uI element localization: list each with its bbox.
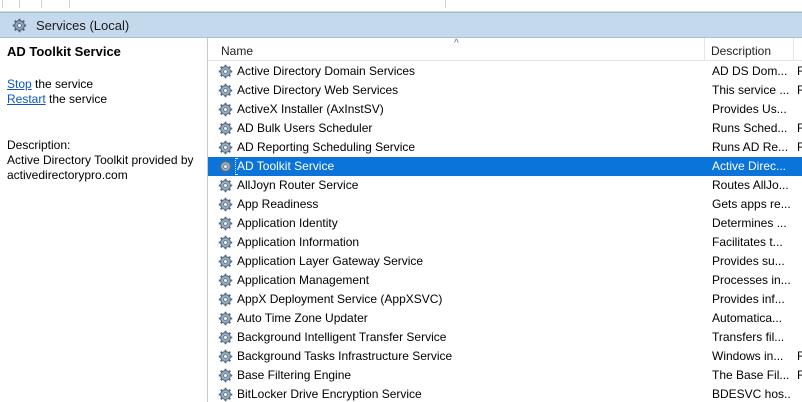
restart-suffix: the service — [45, 92, 108, 106]
service-row[interactable]: AD Bulk Users Scheduler Runs Sched... R — [208, 119, 802, 138]
window-title: Services (Local) — [36, 17, 130, 33]
stop-service-link[interactable]: Stop — [7, 77, 32, 91]
toolbar-divider — [0, 0, 446, 8]
service-name: AD Reporting Scheduling Service — [237, 140, 416, 154]
services-title-bar: Services (Local) — [0, 12, 802, 38]
service-name: AllJoyn Router Service — [237, 178, 359, 192]
service-row[interactable]: App Readiness Gets apps re... — [208, 195, 802, 214]
gear-icon — [218, 387, 233, 402]
description-label: Description: — [7, 138, 71, 152]
service-description: BDESVC hos... — [712, 387, 790, 401]
service-description: Determines ... — [712, 216, 787, 230]
gear-icon — [218, 235, 233, 250]
service-name: Background Tasks Infrastructure Service — [237, 349, 453, 363]
service-name: ActiveX Installer (AxInstSV) — [237, 102, 384, 116]
service-description: Runs AD Re... — [712, 140, 789, 154]
service-description: Runs Sched... — [712, 121, 788, 135]
restart-service-link[interactable]: Restart — [7, 92, 46, 106]
service-description: Routes AllJo... — [712, 178, 789, 192]
service-row[interactable]: AppX Deployment Service (AppXSVC) Provide… — [208, 290, 802, 309]
service-description: Windows in... — [712, 349, 784, 363]
gear-icon — [218, 311, 233, 326]
service-name: AD Toolkit Service — [237, 159, 335, 173]
service-status: R — [797, 83, 802, 97]
stop-action: Stop the service — [7, 77, 200, 92]
service-status: R — [797, 368, 802, 382]
service-row[interactable]: Application Information Facilitates t... — [208, 233, 802, 252]
service-name: BitLocker Drive Encryption Service — [237, 387, 422, 401]
service-row[interactable]: Application Management Processes in... — [208, 271, 802, 290]
service-row[interactable]: Auto Time Zone Updater Automatica... — [208, 309, 802, 328]
service-details-pane: AD Toolkit Service Stop the service Rest… — [0, 38, 207, 402]
service-status: R — [797, 140, 802, 154]
service-description: This service ... — [712, 83, 790, 97]
service-name: Active Directory Web Services — [237, 83, 399, 97]
service-row[interactable]: Base Filtering Engine The Base Fil... R — [208, 366, 802, 385]
service-row[interactable]: Background Intelligent Transfer Service T… — [208, 328, 802, 347]
column-header-name[interactable]: Name — [208, 38, 705, 61]
service-row[interactable]: AD Toolkit Service Active Direc... — [208, 157, 802, 176]
service-name: Background Intelligent Transfer Service — [237, 330, 447, 344]
gear-icon — [218, 349, 233, 364]
service-description: Transfers fil... — [712, 330, 785, 344]
gear-icon — [218, 273, 233, 288]
gear-icon — [218, 121, 233, 136]
gear-icon — [218, 292, 233, 307]
services-list: Active Directory Domain Services AD DS Do… — [208, 62, 802, 402]
service-status: R — [797, 121, 802, 135]
service-name: Application Identity — [237, 216, 338, 230]
gear-icon — [218, 254, 233, 269]
service-name: Application Information — [237, 235, 360, 249]
service-description: Processes in... — [712, 273, 790, 287]
service-row[interactable]: BitLocker Drive Encryption Service BDESVC… — [208, 385, 802, 402]
gear-icon — [218, 197, 233, 212]
service-description: Facilitates t... — [712, 235, 783, 249]
selected-service-name: AD Toolkit Service — [7, 44, 121, 59]
service-row[interactable]: Active Directory Domain Services AD DS Do… — [208, 62, 802, 81]
service-row[interactable]: ActiveX Installer (AxInstSV) Provides Us.… — [208, 100, 802, 119]
gear-icon — [218, 83, 233, 98]
service-description: The Base Fil... — [712, 368, 790, 382]
gear-icon — [218, 140, 233, 155]
column-header-description[interactable]: Description — [705, 38, 794, 61]
service-description: AD DS Dom... — [712, 64, 788, 78]
stop-suffix: the service — [31, 77, 94, 91]
service-row[interactable]: Active Directory Web Services This servic… — [208, 81, 802, 100]
service-row[interactable]: AllJoyn Router Service Routes AllJo... — [208, 176, 802, 195]
service-name: Active Directory Domain Services — [237, 64, 416, 78]
gear-icon — [218, 216, 233, 231]
gear-icon — [218, 159, 233, 174]
service-name: Base Filtering Engine — [237, 368, 352, 382]
service-status: R — [797, 64, 802, 78]
service-name: AppX Deployment Service (AppXSVC) — [237, 292, 443, 306]
service-row[interactable]: Background Tasks Infrastructure Service W… — [208, 347, 802, 366]
service-name: Auto Time Zone Updater — [237, 311, 368, 325]
service-status: R — [797, 349, 802, 363]
service-description: Provides inf... — [712, 292, 785, 306]
service-name: AD Bulk Users Scheduler — [237, 121, 373, 135]
gear-icon — [218, 178, 233, 193]
service-row[interactable]: Application Layer Gateway Service Provide… — [208, 252, 802, 271]
service-description: Automatica... — [712, 311, 783, 325]
description-text: Active Directory Toolkit provided by act… — [7, 153, 194, 182]
service-row[interactable]: Application Identity Determines ... — [208, 214, 802, 233]
service-description: Provides su... — [712, 254, 785, 268]
column-header-status[interactable] — [794, 38, 802, 61]
top-toolbar-strip — [0, 0, 802, 12]
column-header-row: ^ Name Description — [208, 38, 802, 61]
gear-icon — [218, 368, 233, 383]
service-description: Active Direc... — [712, 159, 787, 173]
gear-icon — [218, 64, 233, 79]
service-name: Application Layer Gateway Service — [237, 254, 424, 268]
service-name: App Readiness — [237, 197, 319, 211]
service-row[interactable]: AD Reporting Scheduling Service Runs AD R… — [208, 138, 802, 157]
services-list-pane[interactable]: ^ Name Description Active Directory Doma… — [207, 38, 802, 402]
gear-icon — [218, 330, 233, 345]
gear-icon — [218, 102, 233, 117]
service-name: Application Management — [237, 273, 370, 287]
gear-icon — [12, 18, 27, 32]
restart-action: Restart the service — [7, 92, 200, 107]
service-description: Gets apps re... — [712, 197, 790, 211]
service-description: Provides Us... — [712, 102, 787, 116]
